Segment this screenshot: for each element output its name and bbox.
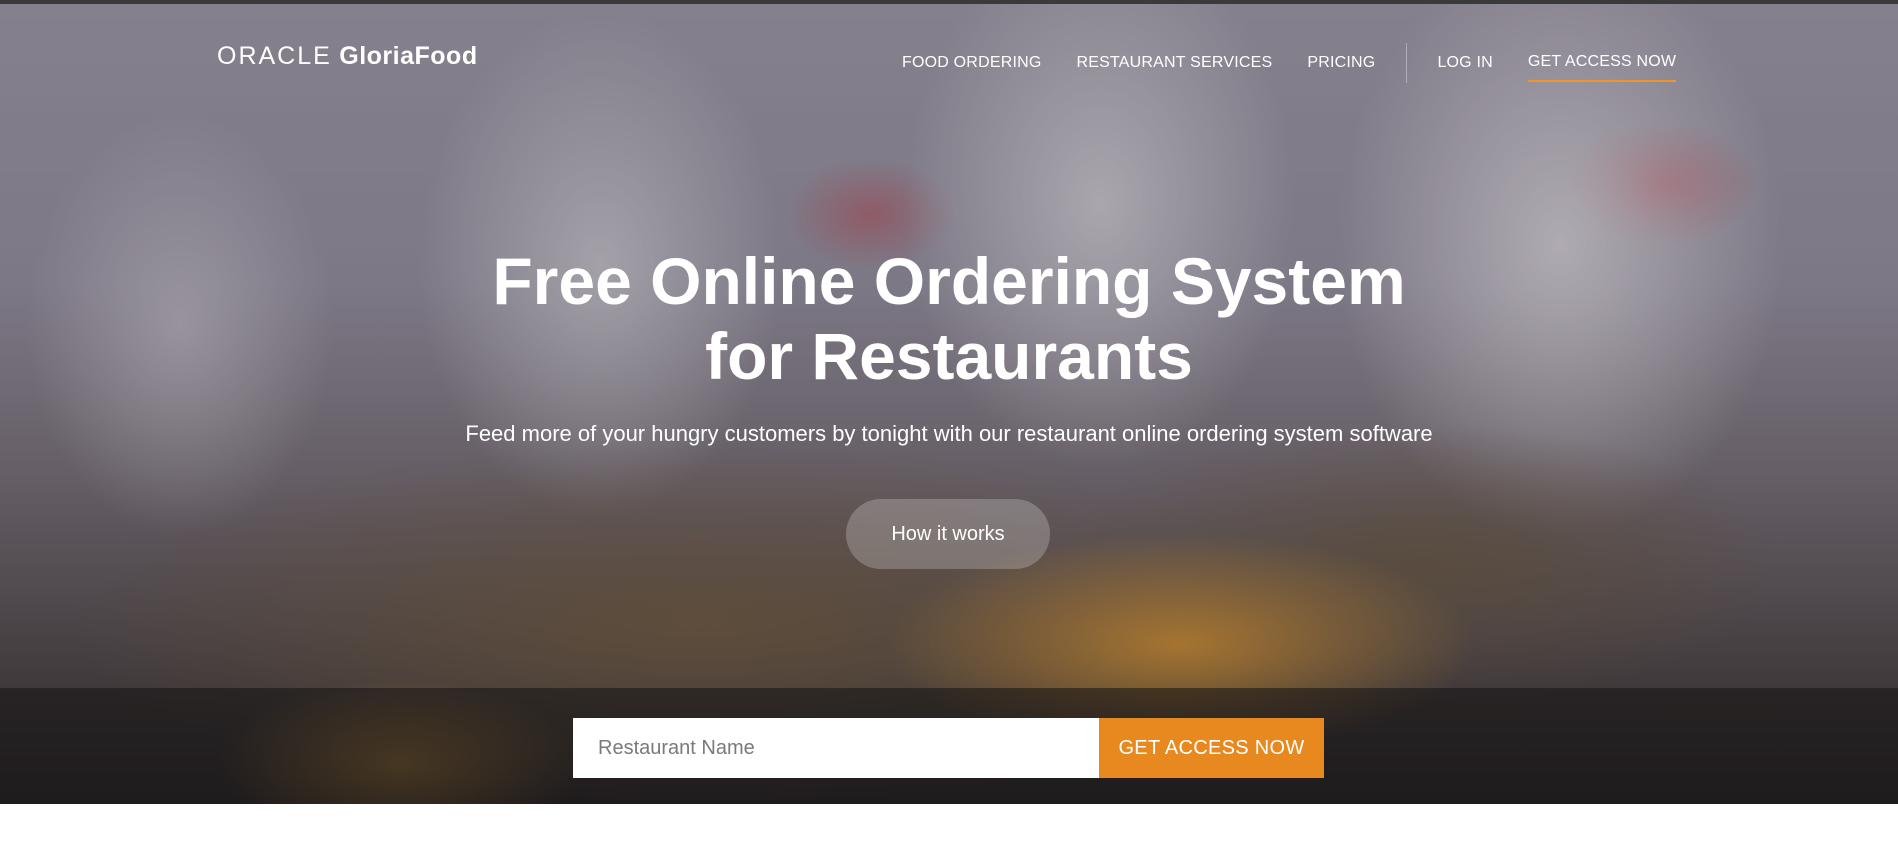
get-access-now-button[interactable]: GET ACCESS NOW	[1099, 718, 1324, 778]
nav-pricing[interactable]: PRICING	[1307, 53, 1375, 73]
restaurant-name-input[interactable]	[573, 718, 1099, 778]
hero-subtitle: Feed more of your hungry customers by to…	[465, 421, 1433, 446]
nav-divider	[1406, 43, 1408, 83]
logo-gloriafood-text: GloriaFood	[339, 42, 478, 70]
hero-title-line-2: for Restaurants	[705, 319, 1193, 393]
nav-food-ordering[interactable]: FOOD ORDERING	[902, 53, 1042, 73]
main-nav: FOOD ORDERING RESTAURANT SERVICES PRICIN…	[902, 43, 1677, 83]
logo[interactable]: ORACLE GloriaFood	[217, 42, 478, 71]
logo-oracle-text: ORACLE	[217, 42, 332, 70]
nav-get-access-now[interactable]: GET ACCESS NOW	[1527, 52, 1677, 82]
nav-login[interactable]: LOG IN	[1437, 53, 1492, 73]
hero-background-image	[0, 4, 1898, 804]
signup-form: GET ACCESS NOW	[573, 718, 1324, 778]
nav-restaurant-services[interactable]: RESTAURANT SERVICES	[1077, 53, 1273, 73]
how-it-works-button[interactable]: How it works	[846, 499, 1050, 569]
hero-section: ORACLE GloriaFood FOOD ORDERING RESTAURA…	[0, 0, 1898, 804]
hero-title-line-1: Free Online Ordering System	[492, 244, 1406, 318]
hero-title: Free Online Ordering System for Restaura…	[0, 244, 1898, 394]
